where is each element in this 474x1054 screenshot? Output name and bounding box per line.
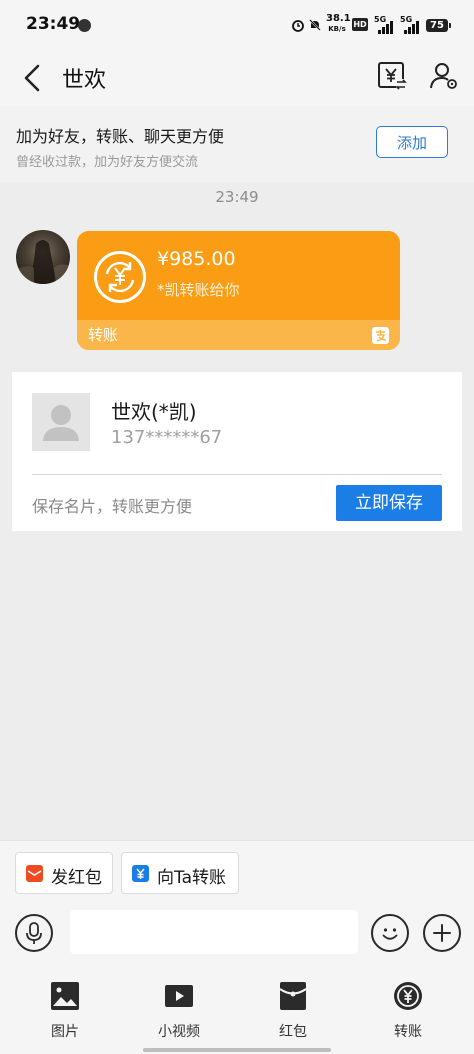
red-packet-icon <box>26 865 43 882</box>
more-options-button[interactable] <box>423 914 461 952</box>
network-speed-unit: KB/s <box>328 25 346 33</box>
toolbar-label: 转账 <box>394 1024 422 1040</box>
hd-badge: HD <box>352 18 368 31</box>
chip-label: 向Ta转账 <box>157 868 226 888</box>
status-time: 23:49 <box>26 14 81 34</box>
toolbar-red-packet[interactable]: 红包 <box>258 978 328 1042</box>
transfer-to-ta-chip[interactable]: 向Ta转账 <box>121 852 239 894</box>
toolbar-label: 小视频 <box>158 1024 200 1040</box>
add-friend-button[interactable]: 添加 <box>376 126 448 158</box>
save-contact-hint: 保存名片，转账更方便 <box>32 497 193 516</box>
chat-header: 世欢 <box>0 50 474 106</box>
banner-subtitle: 曾经收过款，加为好友方便交流 <box>16 155 199 170</box>
network-speed: 38.1 KB/s <box>326 13 351 34</box>
plus-icon <box>433 924 451 942</box>
transfer-note: *凯转账给你 <box>157 281 240 299</box>
signal-icon: 5G <box>374 15 396 34</box>
video-icon <box>165 985 193 1007</box>
chevron-left-icon <box>24 64 40 92</box>
microphone-icon <box>26 922 42 944</box>
battery-icon: 75 <box>426 19 451 32</box>
banner-title: 加为好友，转账、聊天更方便 <box>16 127 225 146</box>
alarm-icon <box>292 20 304 32</box>
toolbar-transfer[interactable]: 转账 <box>373 978 443 1042</box>
mute-icon <box>309 19 321 31</box>
status-bar: 23:49 38.1 KB/s HD 5G 5G 75 <box>0 0 474 50</box>
toolbar-label: 红包 <box>279 1024 307 1040</box>
profile-button[interactable] <box>428 60 460 92</box>
save-contact-button[interactable]: 立即保存 <box>336 485 442 521</box>
sender-avatar[interactable] <box>16 230 70 284</box>
yuan-exchange-icon <box>378 62 407 90</box>
person-placeholder-icon <box>43 405 79 441</box>
home-indicator[interactable] <box>143 1048 331 1052</box>
transfer-icon <box>132 865 149 882</box>
chat-notification-icon <box>78 19 91 32</box>
contact-phone: 137******67 <box>111 427 223 448</box>
chip-label: 发红包 <box>51 868 102 888</box>
toolbar-video[interactable]: 小视频 <box>144 978 214 1042</box>
page-title: 世欢 <box>62 68 107 93</box>
contact-avatar <box>32 393 90 451</box>
transfer-amount: ¥985.00 <box>157 248 236 270</box>
transfer-message-card[interactable]: ¥985.00 *凯转账给你 转账 <box>77 231 400 350</box>
toolbar-photo[interactable]: 图片 <box>30 978 100 1042</box>
network-speed-value: 38.1 <box>326 13 351 24</box>
yuan-refresh-icon <box>94 251 146 303</box>
transfer-yuan-icon <box>394 982 422 1010</box>
message-timestamp: 23:49 <box>215 188 259 206</box>
smiley-icon <box>382 928 398 940</box>
voice-input-button[interactable] <box>15 914 53 952</box>
avatar-photo <box>16 240 70 284</box>
emoji-button[interactable] <box>371 914 409 952</box>
transfer-record-button[interactable] <box>376 60 408 92</box>
back-button[interactable] <box>18 62 48 94</box>
divider <box>32 474 442 475</box>
toolbar-label: 图片 <box>51 1024 79 1040</box>
red-packet-icon <box>279 982 307 1010</box>
message-input[interactable] <box>70 910 358 954</box>
save-contact-card: 世欢(*凯) 137******67 保存名片，转账更方便 立即保存 <box>12 372 462 531</box>
signal-icon: 5G <box>400 15 422 34</box>
alipay-icon <box>372 327 389 344</box>
user-settings-icon <box>430 63 457 89</box>
transfer-card-footer <box>77 320 400 350</box>
contact-name: 世欢(*凯) <box>111 400 197 424</box>
send-red-packet-chip[interactable]: 发红包 <box>15 852 113 894</box>
transfer-label: 转账 <box>88 326 119 344</box>
image-icon <box>51 982 79 1010</box>
